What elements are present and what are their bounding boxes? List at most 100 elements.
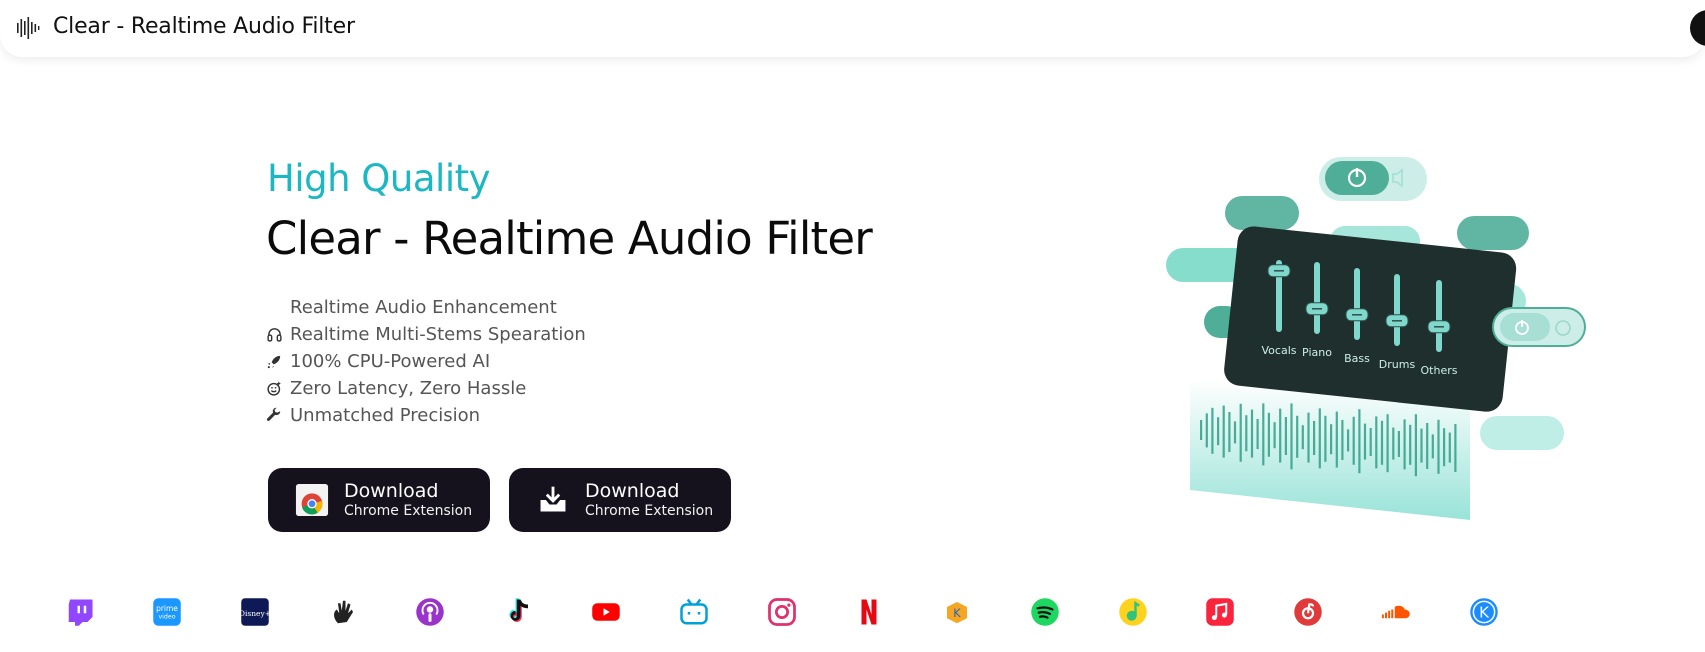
waveform-bar — [1273, 422, 1276, 449]
svg-text:video: video — [158, 613, 175, 620]
chrome-icon — [294, 482, 330, 518]
waveform-bar — [1256, 419, 1259, 449]
feature-item: 100% CPU-Powered AI — [266, 348, 586, 375]
waveform-bar — [1211, 407, 1214, 454]
disney-plus-icon[interactable]: Disney+ — [238, 595, 272, 629]
kugou-icon[interactable]: K — [940, 595, 974, 629]
waveform-bar — [1245, 415, 1248, 452]
top-bar: Clear - Realtime Audio Filter — [0, 0, 1705, 57]
button-line1: Download — [585, 480, 680, 503]
waveform-bar — [1279, 408, 1282, 463]
feature-label: Zero Latency, Zero Hassle — [290, 378, 527, 399]
channel-slider-track — [1314, 262, 1320, 334]
svg-text:Disney+: Disney+ — [240, 609, 270, 618]
waveform-bar — [1420, 428, 1423, 463]
waveform-bar — [1397, 431, 1400, 457]
waveform-bar — [1318, 408, 1321, 469]
channel-label: Piano — [1302, 346, 1332, 359]
waveform-bar — [1267, 412, 1270, 457]
waveform-bar — [1386, 414, 1389, 473]
waveform-bar — [1414, 414, 1417, 477]
waveform-bar — [1380, 420, 1384, 465]
feature-item: Realtime Audio Enhancement — [266, 294, 586, 321]
channel-slider-track — [1354, 268, 1360, 340]
hand-wave-icon[interactable] — [326, 595, 360, 629]
waveform-bar — [1448, 432, 1451, 463]
waveform-bar — [1375, 416, 1378, 469]
headphones-icon — [266, 326, 290, 344]
hero-subtitle: High Quality — [267, 157, 491, 200]
waveform-bar — [1233, 421, 1237, 444]
apple-music-icon[interactable] — [1203, 595, 1237, 629]
channel-slider-track — [1394, 274, 1400, 346]
waveform-bar — [1347, 429, 1350, 452]
instagram-icon[interactable] — [765, 595, 799, 629]
waveform-bar — [1290, 403, 1293, 470]
waveform-bar — [1369, 428, 1372, 456]
feature-label: 100% CPU-Powered AI — [290, 351, 491, 372]
mixer-graphic: Vocals Piano Bass Drums Others — [1166, 157, 1586, 520]
feature-label: Unmatched Precision — [290, 405, 481, 426]
waveform-bar — [1454, 424, 1457, 472]
kuwo-icon[interactable]: K — [1467, 595, 1501, 629]
soundcloud-icon[interactable] — [1379, 595, 1413, 629]
sound-bars-icon — [16, 16, 40, 40]
waveform-bar — [1330, 424, 1333, 455]
waveform-bar — [1335, 411, 1338, 468]
svg-text:prime: prime — [156, 604, 178, 613]
bilibili-icon[interactable] — [677, 595, 711, 629]
feature-item: Unmatched Precision — [266, 402, 586, 429]
supported-platforms: prime video Disney+ K K — [0, 595, 1705, 640]
netease-music-icon[interactable] — [1291, 595, 1325, 629]
sparkle-icon — [266, 299, 290, 317]
app-title: Clear - Realtime Audio Filter — [53, 14, 355, 39]
feature-label: Realtime Audio Enhancement — [290, 297, 557, 318]
waveform-bar — [1437, 419, 1440, 474]
feature-item: Realtime Multi-Stems Spearation — [266, 321, 586, 348]
netflix-icon[interactable] — [852, 595, 886, 629]
waveform-bar — [1239, 403, 1242, 462]
waveform-bar — [1217, 417, 1220, 446]
smile-icon — [266, 380, 290, 398]
button-text: Download Chrome Extension — [344, 480, 473, 519]
waveform-bar — [1363, 423, 1367, 460]
waveform-bar — [1307, 412, 1310, 463]
youtube-icon[interactable] — [589, 595, 623, 629]
download-chrome-extension-button[interactable]: Download Chrome Extension — [268, 468, 490, 532]
waveform-bar — [1352, 416, 1355, 465]
svg-text:K: K — [953, 607, 961, 620]
waveform-bar — [1409, 424, 1412, 465]
channel-label: Bass — [1344, 352, 1370, 365]
tiktok-icon[interactable] — [501, 595, 535, 629]
waveform-bar — [1284, 417, 1287, 455]
waveform-bar — [1200, 420, 1203, 440]
podcasts-icon[interactable] — [413, 595, 447, 629]
wrench-icon — [266, 407, 290, 425]
download-icon — [535, 482, 571, 518]
waveform-bar — [1403, 419, 1406, 470]
mixer-illustration: Vocals Piano Bass Drums Others — [1160, 150, 1600, 530]
spotify-icon[interactable] — [1028, 595, 1062, 629]
prime-video-icon[interactable]: prime video — [150, 595, 184, 629]
waveform-bar — [1222, 405, 1225, 458]
waveform-bar — [1358, 409, 1361, 474]
twitch-icon[interactable] — [63, 595, 97, 629]
button-text: Download Chrome Extension — [585, 480, 713, 519]
user-avatar[interactable] — [1690, 10, 1705, 46]
waveform-bar — [1296, 415, 1299, 458]
waveform-bar — [1431, 434, 1434, 459]
waveform-bar — [1250, 409, 1254, 458]
feature-label: Realtime Multi-Stems Spearation — [290, 324, 586, 345]
waveform-bar — [1443, 428, 1446, 467]
hero-title: Clear - Realtime Audio Filter — [266, 212, 873, 265]
waveform-bar — [1205, 413, 1208, 448]
waveform-bar — [1392, 427, 1395, 460]
channel-label: Drums — [1379, 358, 1416, 371]
waveform-bar — [1301, 425, 1304, 450]
download-extension-file-button[interactable]: Download Chrome Extension — [509, 468, 731, 532]
qq-music-icon[interactable] — [1116, 595, 1150, 629]
channel-label: Vocals — [1262, 344, 1297, 357]
button-line2: Chrome Extension — [344, 502, 473, 519]
feature-item: Zero Latency, Zero Hassle — [266, 375, 586, 402]
waveform-bar — [1341, 420, 1344, 460]
